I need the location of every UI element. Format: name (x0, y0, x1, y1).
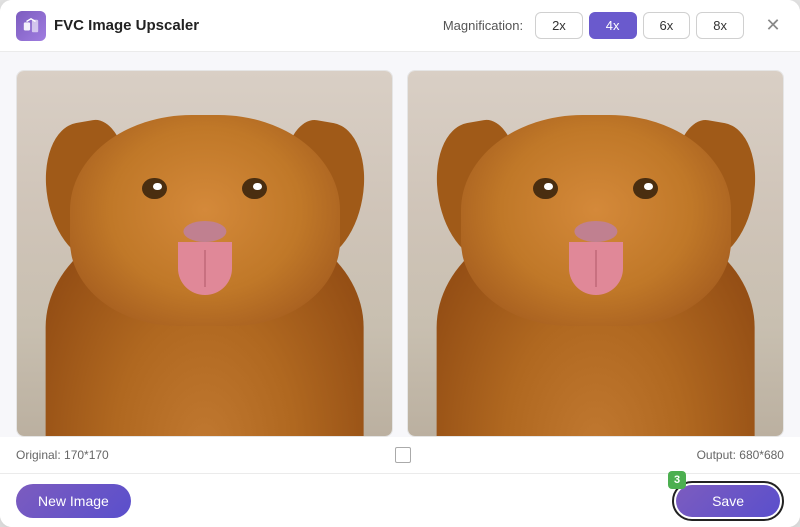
save-button[interactable]: Save (676, 485, 780, 517)
mag-btn-4x[interactable]: 4x (589, 12, 637, 39)
close-icon: ✕ (765, 15, 780, 36)
output-size-label: Output: 680*680 (697, 448, 784, 462)
titlebar: FVC Image Upscaler Magnification: 2x 4x … (0, 0, 800, 52)
main-content (0, 52, 800, 437)
save-badge: 3 (668, 471, 686, 489)
app-logo (16, 11, 46, 41)
original-dog-image (17, 71, 392, 436)
app-window: FVC Image Upscaler Magnification: 2x 4x … (0, 0, 800, 527)
status-bar: Original: 170*170 Output: 680*680 (0, 437, 800, 473)
original-image-panel (16, 70, 393, 437)
save-button-wrapper: Save (672, 481, 784, 521)
mag-btn-2x[interactable]: 2x (535, 12, 583, 39)
output-dog-image (408, 71, 783, 436)
output-image-panel (407, 70, 784, 437)
magnification-buttons: 2x 4x 6x 8x (535, 12, 744, 39)
magnification-label: Magnification: (443, 18, 523, 33)
compare-icon (395, 447, 411, 463)
close-button[interactable]: ✕ (762, 15, 784, 37)
mag-btn-6x[interactable]: 6x (643, 12, 691, 39)
original-size-label: Original: 170*170 (16, 448, 109, 462)
mag-btn-8x[interactable]: 8x (696, 12, 744, 39)
compare-icon-container (395, 447, 411, 463)
app-title: FVC Image Upscaler (54, 17, 199, 34)
new-image-button[interactable]: New Image (16, 484, 131, 518)
footer-bar: New Image 3 Save (0, 473, 800, 527)
save-area: 3 Save (672, 481, 784, 521)
